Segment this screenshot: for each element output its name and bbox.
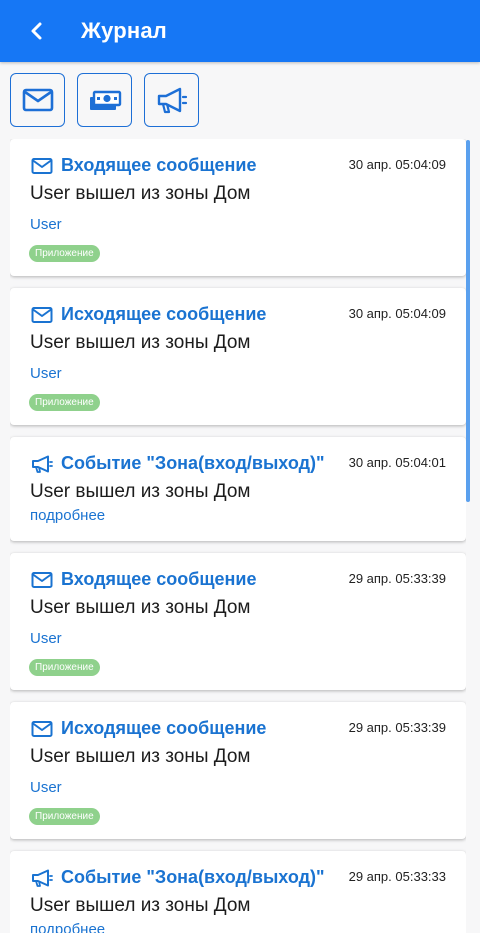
- entry-header: Исходящее сообщение: [31, 304, 266, 325]
- entry-type: Исходящее сообщение: [61, 718, 267, 738]
- entry-header: Исходящее сообщение: [31, 718, 266, 739]
- journal-list[interactable]: Входящее сообщение 30 апр. 05:04:09 User…: [10, 139, 466, 933]
- journal-entry[interactable]: Входящее сообщение 30 апр. 05:04:09 User…: [10, 139, 466, 276]
- filter-bar: [10, 73, 199, 127]
- entry-user-link[interactable]: User: [30, 365, 62, 382]
- app-bar: Журнал: [0, 0, 480, 62]
- money-icon: [89, 90, 121, 110]
- entry-text: User вышел из зоны Дом: [30, 597, 251, 618]
- journal-entry[interactable]: Исходящее сообщение 30 апр. 05:04:09 Use…: [10, 288, 466, 425]
- entry-header: Событие "Зона(вход/выход)": [31, 867, 325, 888]
- mail-icon: [31, 720, 53, 737]
- entry-time: 29 апр. 05:33:33: [348, 869, 446, 884]
- entry-time: 30 апр. 05:04:01: [348, 455, 446, 470]
- megaphone-icon: [32, 455, 53, 473]
- mail-icon: [31, 306, 53, 323]
- source-badge: Приложение: [29, 808, 100, 825]
- entry-text: User вышел из зоны Дом: [30, 746, 251, 767]
- megaphone-icon: [157, 87, 187, 114]
- entry-type: Входящее сообщение: [61, 569, 257, 589]
- entry-type: Событие "Зона(вход/выход)": [61, 453, 325, 473]
- entry-type: Входящее сообщение: [61, 155, 257, 175]
- entry-text: User вышел из зоны Дом: [30, 183, 251, 204]
- entry-time: 29 апр. 05:33:39: [348, 720, 446, 735]
- entry-header: Входящее сообщение: [31, 569, 257, 590]
- megaphone-icon: [32, 869, 53, 887]
- entry-header: Входящее сообщение: [31, 155, 257, 176]
- journal-entry[interactable]: Событие "Зона(вход/выход)" 29 апр. 05:33…: [10, 851, 466, 933]
- entry-type: Событие "Зона(вход/выход)": [61, 867, 325, 887]
- page-title: Журнал: [81, 18, 167, 43]
- entry-details-link[interactable]: подробнее: [30, 507, 105, 524]
- chevron-left-icon: [31, 22, 42, 40]
- mail-icon: [22, 88, 53, 112]
- filter-messages-button[interactable]: [10, 73, 65, 127]
- entry-user-link[interactable]: User: [30, 216, 62, 233]
- journal-entry[interactable]: Событие "Зона(вход/выход)" 30 апр. 05:04…: [10, 437, 466, 541]
- journal-entry[interactable]: Исходящее сообщение 29 апр. 05:33:39 Use…: [10, 702, 466, 839]
- entry-user-link[interactable]: User: [30, 630, 62, 647]
- journal-entry[interactable]: Входящее сообщение 29 апр. 05:33:39 User…: [10, 553, 466, 690]
- source-badge: Приложение: [29, 245, 100, 262]
- entry-header: Событие "Зона(вход/выход)": [31, 453, 325, 474]
- source-badge: Приложение: [29, 394, 100, 411]
- filter-events-button[interactable]: [144, 73, 199, 127]
- scrollbar[interactable]: [466, 140, 470, 502]
- entry-text: User вышел из зоны Дом: [30, 481, 251, 502]
- filter-payments-button[interactable]: [77, 73, 132, 127]
- mail-icon: [31, 571, 53, 588]
- entry-user-link[interactable]: User: [30, 779, 62, 796]
- entry-time: 30 апр. 05:04:09: [348, 306, 446, 321]
- entry-time: 29 апр. 05:33:39: [348, 571, 446, 586]
- entry-time: 30 апр. 05:04:09: [348, 157, 446, 172]
- source-badge: Приложение: [29, 659, 100, 676]
- entry-text: User вышел из зоны Дом: [30, 332, 251, 353]
- entry-type: Исходящее сообщение: [61, 304, 267, 324]
- entry-text: User вышел из зоны Дом: [30, 895, 251, 916]
- entry-details-link[interactable]: подробнее: [30, 921, 105, 933]
- mail-icon: [31, 157, 53, 174]
- back-button[interactable]: [0, 0, 62, 62]
